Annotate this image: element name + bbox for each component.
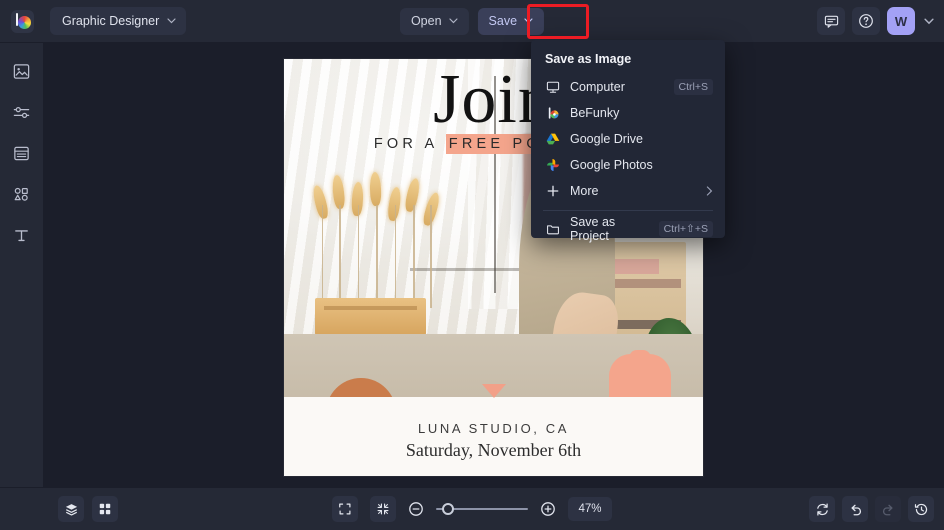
menu-divider	[543, 210, 713, 211]
menu-item-label: Computer	[570, 80, 625, 94]
top-toolbar: Graphic Designer Open Save W	[0, 0, 944, 43]
chat-bubble-icon	[824, 15, 838, 28]
zoom-slider[interactable]	[436, 502, 528, 516]
band-triangle-accent	[481, 384, 506, 398]
save-menu-title: Save as Image	[545, 52, 632, 66]
menu-item-befunky[interactable]: BeFunky	[531, 100, 725, 126]
shapes-icon	[14, 187, 28, 201]
file-actions-group: Open Save	[399, 7, 545, 35]
menu-item-more[interactable]: More	[531, 178, 725, 204]
collapse-screen-icon	[377, 503, 389, 515]
chevron-down-icon	[924, 18, 934, 24]
reset-icon	[816, 502, 828, 516]
layers-icon	[65, 503, 77, 515]
feedback-button[interactable]	[817, 7, 845, 35]
fit-to-screen-button[interactable]	[332, 496, 358, 522]
befunky-graphic-designer-app: Graphic Designer Open Save W Join FOR A …	[0, 0, 944, 530]
menu-item-save-as-project[interactable]: Save as Project Ctrl+⇧+S	[531, 215, 725, 243]
chevron-right-icon	[706, 186, 713, 196]
minus-circle-icon	[409, 502, 423, 516]
layer-controls-group	[58, 496, 118, 522]
sidebar-item-edit-adjust[interactable]	[8, 98, 36, 126]
save-button[interactable]: Save	[477, 7, 545, 35]
help-button[interactable]	[852, 7, 880, 35]
save-label: Save	[488, 14, 518, 28]
image-icon	[13, 63, 30, 79]
plus-circle-icon	[541, 502, 555, 516]
tools-sidebar	[0, 43, 44, 530]
befunky-icon	[545, 106, 560, 120]
chevron-down-icon	[448, 18, 458, 24]
undo-button[interactable]	[842, 496, 868, 522]
sidebar-item-text[interactable]	[8, 221, 36, 249]
google-photos-icon	[545, 158, 560, 172]
sliders-icon	[13, 106, 30, 118]
dried-pampas-arrangement	[309, 171, 451, 339]
help-circle-icon	[859, 14, 873, 28]
menu-item-label: More	[570, 184, 599, 198]
redo-icon	[882, 504, 893, 515]
chevron-down-icon	[524, 18, 533, 24]
menu-item-computer[interactable]: Computer Ctrl+S	[531, 74, 725, 100]
document-name-label: Graphic Designer	[62, 14, 160, 28]
save-dropdown-menu: Save as Image Computer Ctrl+S BeFunky Go…	[531, 40, 725, 243]
zoom-out-button[interactable]	[408, 501, 424, 517]
reset-button[interactable]	[809, 496, 835, 522]
folder-icon	[545, 222, 560, 236]
avatar-initial: W	[894, 13, 908, 29]
menu-item-label: Save as Project	[570, 215, 616, 243]
sidebar-item-graphics[interactable]	[8, 180, 36, 208]
poster-date: Saturday, November 6th	[405, 440, 582, 460]
sidebar-item-image-manager[interactable]	[8, 57, 36, 85]
google-drive-icon	[545, 132, 560, 146]
zoom-controls-group: 47%	[332, 496, 612, 522]
open-label: Open	[410, 14, 442, 28]
menu-item-label: Google Photos	[570, 158, 653, 172]
zoom-slider-handle[interactable]	[442, 503, 454, 515]
layout-icon	[14, 146, 29, 160]
menu-item-label: Google Drive	[570, 132, 643, 146]
menu-item-shortcut: Ctrl+S	[673, 79, 713, 95]
undo-icon	[850, 504, 861, 515]
zoom-in-button[interactable]	[540, 501, 556, 517]
user-avatar[interactable]: W	[887, 7, 915, 35]
history-button[interactable]	[908, 496, 934, 522]
grid-view-button[interactable]	[92, 496, 118, 522]
menu-item-google-drive[interactable]: Google Drive	[531, 126, 725, 152]
bottom-toolbar: 47%	[0, 487, 944, 530]
layers-button[interactable]	[58, 496, 84, 522]
open-button[interactable]: Open	[399, 7, 469, 35]
menu-item-google-photos[interactable]: Google Photos	[531, 152, 725, 178]
plus-icon	[545, 184, 560, 198]
menu-item-shortcut: Ctrl+⇧+S	[658, 221, 713, 237]
history-controls-group	[809, 496, 934, 522]
grid-icon	[99, 503, 111, 515]
pampas-crate	[314, 298, 426, 336]
sidebar-item-templates[interactable]	[8, 139, 36, 167]
account-actions-group: W	[817, 7, 936, 35]
monitor-icon	[545, 80, 560, 94]
design-canvas-area[interactable]: Join FOR A FREE POTTERY LUNA STUDIO, CA …	[44, 43, 944, 487]
zoom-level-display[interactable]: 47%	[568, 497, 612, 521]
account-menu-toggle[interactable]	[922, 16, 936, 27]
menu-item-label: BeFunky	[570, 106, 620, 120]
app-logo[interactable]	[0, 0, 44, 43]
collapse-screen-button[interactable]	[370, 496, 396, 522]
fit-screen-icon	[339, 503, 351, 515]
history-clock-icon	[914, 503, 927, 515]
logo-color-ring	[17, 15, 31, 29]
text-icon	[15, 229, 28, 241]
poster-info-band: LUNA STUDIO, CA Saturday, November 6th	[284, 384, 703, 476]
befunky-logo-icon	[10, 9, 34, 33]
poster-studio-name: LUNA STUDIO, CA	[418, 421, 569, 436]
redo-button[interactable]	[875, 496, 901, 522]
document-name-selector[interactable]: Graphic Designer	[50, 7, 187, 35]
subline-plain: FOR A	[373, 135, 446, 152]
chevron-down-icon	[167, 18, 176, 24]
